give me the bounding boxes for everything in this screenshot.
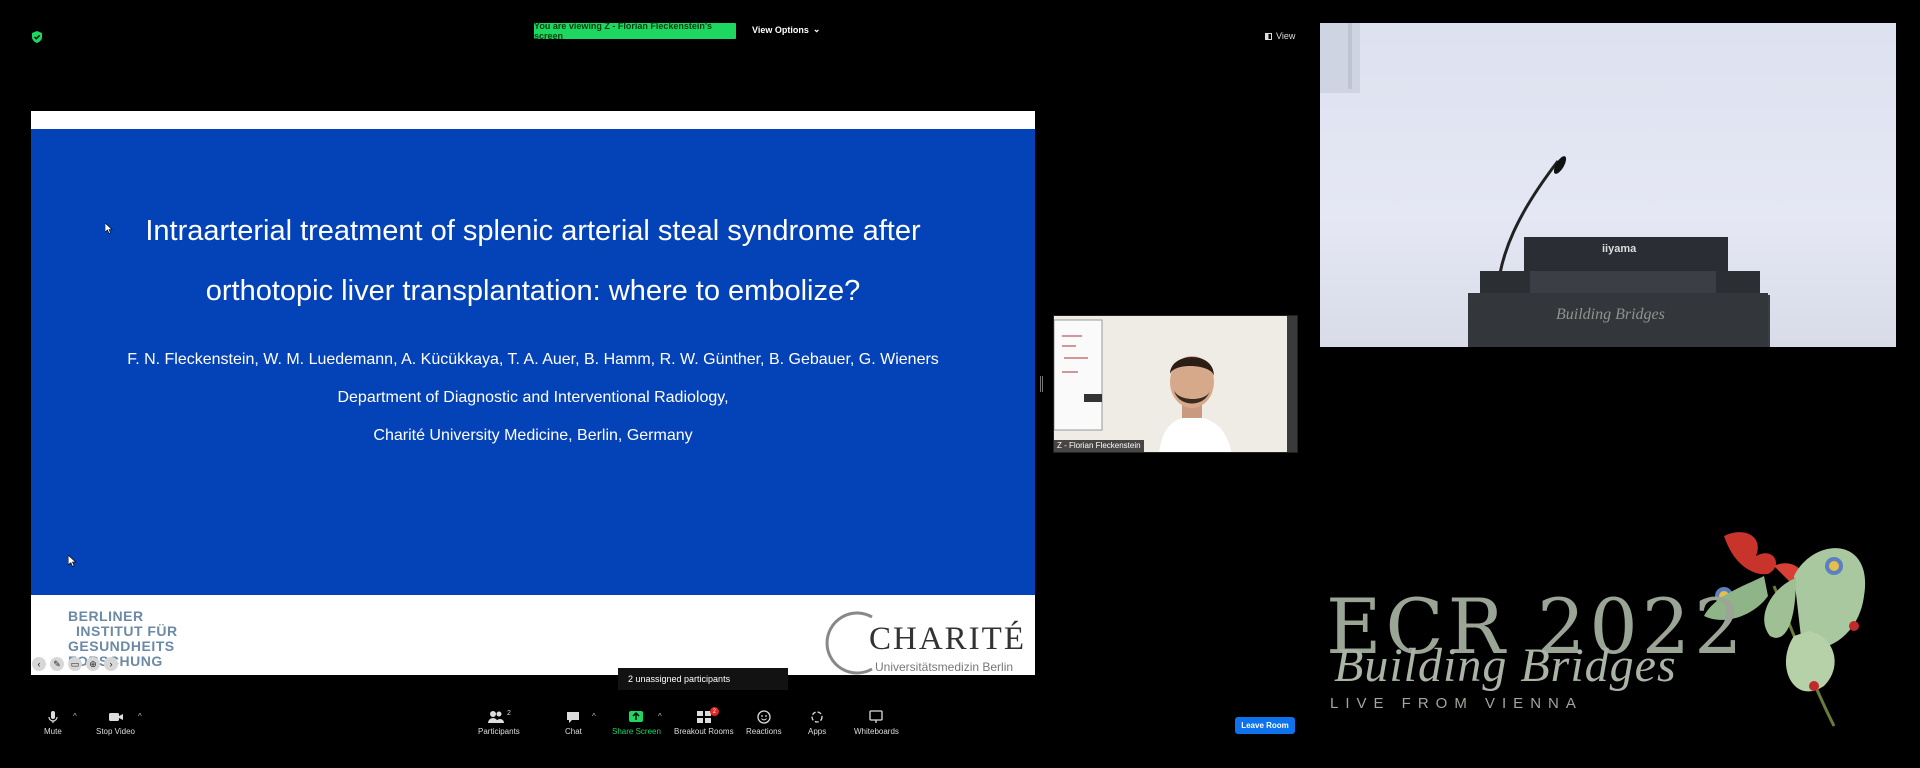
share-screen-label: Share Screen <box>612 727 661 736</box>
view-options-button[interactable]: View Options ⌄ <box>752 24 820 35</box>
ecr-branding: ECR 2022 Building Bridges LIVE FROM VIEN… <box>1320 520 1920 740</box>
share-options-caret-icon[interactable]: ^ <box>658 712 662 721</box>
pen-icon[interactable]: ✎ <box>50 657 64 671</box>
shield-icon[interactable] <box>30 30 44 44</box>
podium-brand: iiyama <box>1602 243 1637 255</box>
slide-university: Charité University Medicine, Berlin, Ger… <box>373 427 693 444</box>
mute-button[interactable]: Mute <box>44 710 62 736</box>
apps-icon <box>811 711 823 723</box>
participant-name-tag: Z - Florian Fleckenstein <box>1054 440 1144 452</box>
next-slide-icon[interactable]: › <box>104 657 118 671</box>
audio-options-caret-icon[interactable]: ^ <box>73 712 77 721</box>
breakout-rooms-button[interactable]: 2 Breakout Rooms <box>674 707 734 736</box>
video-options-caret-icon[interactable]: ^ <box>138 712 142 721</box>
share-screen-button[interactable]: Share Screen <box>612 710 661 736</box>
charite-wordmark: CHARITÉ <box>869 621 1026 657</box>
participants-count: 2 <box>506 710 511 717</box>
stop-video-button[interactable]: Stop Video <box>96 710 135 736</box>
bih-logo-line: GESUNDHEITS <box>68 638 175 654</box>
participant-video-feed <box>1054 316 1297 452</box>
participants-button[interactable]: 2 Participants <box>478 710 520 736</box>
stop-video-label: Stop Video <box>96 727 135 736</box>
layout-icon <box>1265 32 1272 40</box>
charite-subtitle: Universitätsmedizin Berlin <box>875 660 1014 674</box>
zoom-meeting-window: You are viewing Z - Florian Fleckenstein… <box>0 0 1320 768</box>
slide-title-line2: orthotopic liver transplantation: where … <box>205 275 861 307</box>
slide-department: Department of Diagnostic and Interventio… <box>337 389 729 406</box>
share-screen-icon <box>629 711 644 722</box>
ecr-building-bridges: Building Bridges <box>1334 639 1677 692</box>
mouse-cursor-icon <box>68 555 77 567</box>
smiley-icon <box>757 710 771 724</box>
microphone-icon <box>48 711 58 723</box>
breakout-rooms-label: Breakout Rooms <box>674 727 734 736</box>
breakout-badge: 2 <box>709 707 719 716</box>
chat-label: Chat <box>565 727 582 736</box>
slide-title-line1: Intraarterial treatment of splenic arter… <box>145 215 921 247</box>
reactions-button[interactable]: Reactions <box>746 710 782 736</box>
podium-text: Building Bridges <box>1556 306 1665 323</box>
participants-icon <box>487 711 504 723</box>
shared-screen-slide: Intraarterial treatment of splenic arter… <box>31 111 1035 675</box>
ecr-live-from-vienna: LIVE FROM VIENNA <box>1330 695 1583 712</box>
prev-slide-icon[interactable]: ‹ <box>32 657 46 671</box>
chat-button[interactable]: Chat <box>565 710 582 736</box>
participant-video[interactable] <box>1053 315 1298 453</box>
captions-icon[interactable]: ▭ <box>68 657 82 671</box>
podium-scene <box>1320 23 1770 347</box>
whiteboards-button[interactable]: Whiteboards <box>854 710 899 736</box>
chat-bubble-icon <box>567 712 580 723</box>
slide-authors: F. N. Fleckenstein, W. M. Luedemann, A. … <box>127 351 939 368</box>
apps-button[interactable]: Apps <box>808 710 826 736</box>
apps-label: Apps <box>808 727 827 736</box>
video-camera-icon <box>108 713 123 721</box>
slide-title: Intraarterial treatment of splenic arter… <box>91 201 975 321</box>
whiteboards-label: Whiteboards <box>854 727 899 736</box>
bih-logo-line: BERLINER <box>68 608 144 624</box>
zoom-icon[interactable]: ⊕ <box>86 657 100 671</box>
view-label: View <box>1276 31 1296 41</box>
participants-label: Participants <box>478 727 520 736</box>
mute-label: Mute <box>44 727 62 736</box>
whiteboard-icon <box>869 710 884 723</box>
mouse-cursor-icon <box>105 223 113 234</box>
split-view-handle[interactable] <box>1040 376 1043 392</box>
chevron-down-icon: ⌄ <box>812 24 821 34</box>
leave-room-button[interactable]: Leave Room <box>1235 717 1295 734</box>
view-options-label: View Options <box>752 24 809 35</box>
bih-logo-line: INSTITUT FÜR <box>76 623 178 639</box>
view-button[interactable]: View <box>1265 31 1295 41</box>
stage-camera-feed: iiyama Building Bridges <box>1320 23 1896 347</box>
viewing-screen-banner: You are viewing Z - Florian Fleckenstein… <box>534 21 736 41</box>
chat-options-caret-icon[interactable]: ^ <box>592 712 596 721</box>
reactions-label: Reactions <box>746 727 782 736</box>
slide-controls: ‹ ✎ ▭ ⊕ › <box>32 657 118 671</box>
unassigned-participants-tooltip: 2 unassigned participants <box>618 668 788 690</box>
charite-logo: CHARITÉ Universitätsmedizin Berlin <box>817 607 1035 675</box>
